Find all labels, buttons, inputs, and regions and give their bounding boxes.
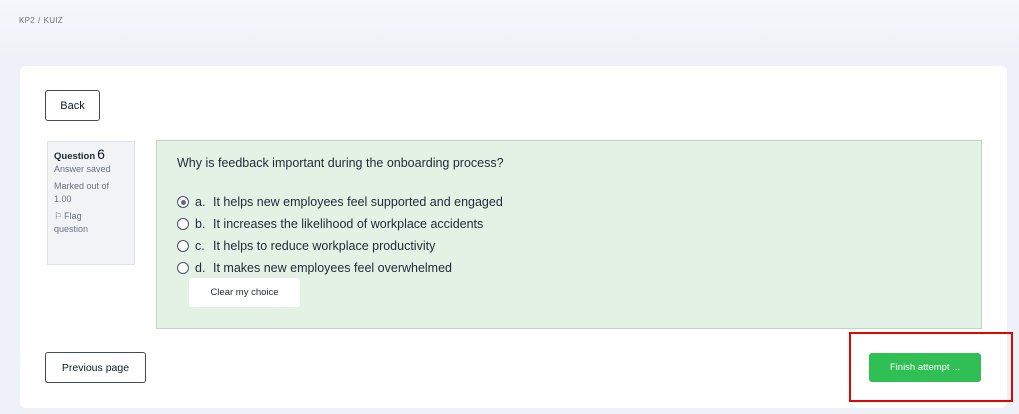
answer-option-a[interactable]: a. It helps new employees feel supported… (177, 195, 503, 209)
previous-page-button[interactable]: Previous page (45, 352, 146, 383)
breadcrumb-page[interactable]: KUIZ (44, 16, 63, 25)
question-label: Question (54, 151, 96, 162)
answer-option-d[interactable]: d. It makes new employees feel overwhelm… (177, 261, 452, 275)
back-button[interactable]: Back (45, 90, 100, 121)
question-number: 6 (97, 146, 105, 162)
option-text: It helps to reduce workplace productivit… (213, 239, 436, 253)
answer-option-b[interactable]: b. It increases the likelihood of workpl… (177, 217, 483, 231)
option-text: It increases the likelihood of workplace… (213, 217, 484, 231)
flag-icon: ⚐ (54, 211, 63, 221)
top-bar: KP2/KUIZ (0, 0, 1019, 60)
quiz-card: Back Question 6 Answer saved Marked out o… (20, 66, 1013, 408)
finish-attempt-button[interactable]: Finish attempt ... (869, 353, 981, 382)
clear-choice-button[interactable]: Clear my choice (189, 278, 300, 307)
flag-label-2: question (54, 224, 89, 234)
breadcrumb-separator: / (38, 16, 41, 25)
finish-highlight-box: Finish attempt ... (849, 332, 1013, 402)
breadcrumb: KP2/KUIZ (19, 16, 63, 25)
option-letter: a. (195, 195, 206, 209)
marked-out-of-label: Marked out of (54, 181, 110, 191)
radio-button[interactable] (177, 240, 189, 252)
breadcrumb-course[interactable]: KP2 (19, 16, 35, 25)
answer-status: Answer saved (54, 164, 111, 174)
question-text: Why is feedback important during the onb… (177, 156, 504, 170)
question-panel: Why is feedback important during the onb… (156, 140, 982, 329)
option-letter: c. (195, 239, 205, 253)
option-text: It helps new employees feel supported an… (213, 195, 503, 209)
option-text: It makes new employees feel overwhelmed (213, 261, 453, 275)
radio-button[interactable] (177, 262, 189, 274)
radio-button[interactable] (177, 218, 189, 230)
flag-label: Flag (64, 211, 82, 221)
mark-value: 1.00 (54, 194, 72, 204)
option-letter: b. (195, 217, 206, 231)
answer-option-c[interactable]: c. It helps to reduce workplace producti… (177, 239, 435, 253)
radio-button-checked[interactable] (177, 196, 189, 208)
option-letter: d. (195, 261, 206, 275)
question-heading: Question 6 (54, 146, 128, 163)
flag-question-link[interactable]: ⚐ Flag question (54, 210, 128, 236)
question-info-box: Question 6 Answer saved Marked out of 1.0… (47, 141, 135, 265)
